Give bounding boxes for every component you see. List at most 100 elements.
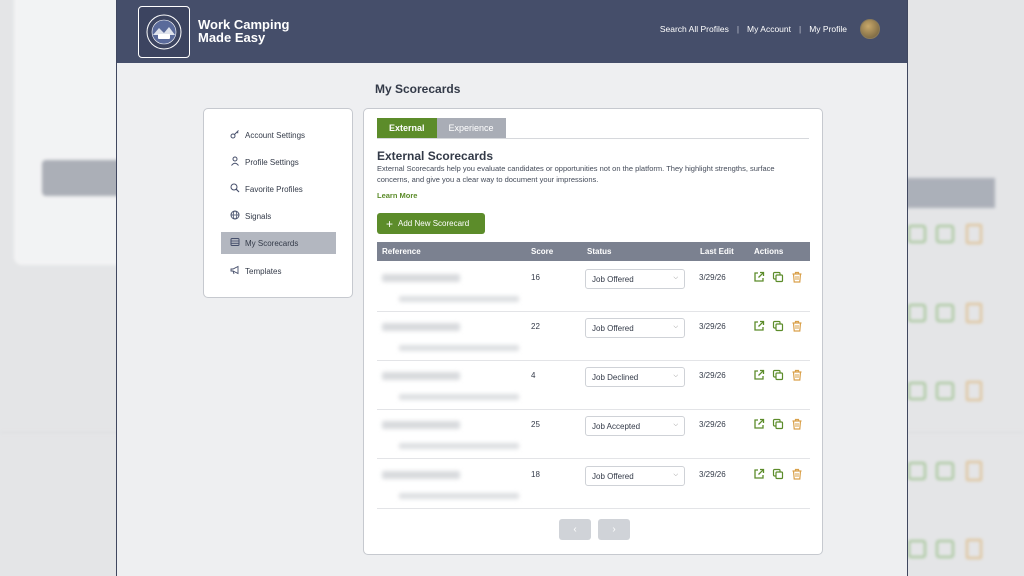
row-actions <box>753 418 803 430</box>
brand-logo[interactable] <box>138 6 190 58</box>
person-icon <box>229 156 241 168</box>
logo-emblem-icon <box>146 14 182 50</box>
reference-details-redacted <box>399 345 519 351</box>
bg-icon <box>908 225 926 243</box>
brand-line-2: Made Easy <box>198 30 266 45</box>
table-row: 22 Job Offered ⌵ 3/29/26 <box>377 312 810 361</box>
col-last-edit: Last Edit <box>700 247 734 256</box>
chevron-down-icon: ⌵ <box>673 373 678 379</box>
open-external-icon[interactable] <box>753 418 765 430</box>
avatar[interactable] <box>860 19 880 39</box>
status-value: Job Offered <box>592 472 634 481</box>
bg-icon <box>908 382 926 400</box>
sidebar-item-signals[interactable]: Signals <box>221 205 336 227</box>
sidebar-item-label: Templates <box>245 266 282 276</box>
nav-my-profile[interactable]: My Profile <box>809 24 847 34</box>
open-external-icon[interactable] <box>753 320 765 332</box>
bg-icon <box>966 381 982 401</box>
trash-icon[interactable] <box>791 369 803 381</box>
trash-icon[interactable] <box>791 468 803 480</box>
bg-header <box>905 178 995 208</box>
reference-details-redacted <box>399 443 519 449</box>
trash-icon[interactable] <box>791 320 803 332</box>
row-actions <box>753 271 803 283</box>
section-title: External Scorecards <box>377 149 494 163</box>
reference-details-redacted <box>399 296 519 302</box>
table-header: Reference Score Status Last Edit Actions <box>377 242 810 261</box>
scorecards-panel: External Experience External Scorecards … <box>363 108 823 555</box>
table-row: 25 Job Accepted ⌵ 3/29/26 <box>377 410 810 459</box>
sidebar-item-label: Account Settings <box>245 130 306 140</box>
top-bar: Work Camping Made Easy Search All Profil… <box>117 0 907 63</box>
sidebar-item-label: Signals <box>245 211 272 221</box>
copy-icon[interactable] <box>772 369 784 381</box>
copy-icon[interactable] <box>772 468 784 480</box>
megaphone-icon <box>229 265 241 277</box>
tab-underline <box>377 138 809 139</box>
last-edit-cell: 3/29/26 <box>699 273 726 282</box>
copy-icon[interactable] <box>772 320 784 332</box>
table-row: 4 Job Declined ⌵ 3/29/26 <box>377 361 810 410</box>
reference-redacted <box>382 421 460 429</box>
bg-icon <box>966 539 982 559</box>
tab-external[interactable]: External <box>377 118 437 138</box>
card-icon <box>229 237 241 249</box>
bg-icon <box>936 540 954 558</box>
status-select[interactable]: Job Offered ⌵ <box>585 318 685 338</box>
status-select[interactable]: Job Declined ⌵ <box>585 367 685 387</box>
brand-name: Work Camping Made Easy <box>198 18 290 44</box>
table-row: 16 Job Offered ⌵ 3/29/26 <box>377 263 810 312</box>
col-actions: Actions <box>754 247 784 256</box>
add-new-scorecard-button[interactable]: + Add New Scorecard <box>377 213 485 234</box>
key-icon <box>229 129 241 141</box>
row-actions <box>753 320 803 332</box>
top-nav: Search All Profiles | My Account | My Pr… <box>660 19 880 39</box>
nav-my-account[interactable]: My Account <box>747 24 791 34</box>
open-external-icon[interactable] <box>753 468 765 480</box>
reference-details-redacted <box>399 394 519 400</box>
sidebar-item-account-settings[interactable]: Account Settings <box>221 124 336 146</box>
sidebar-item-favorite-profiles[interactable]: Favorite Profiles <box>221 178 336 200</box>
col-reference: Reference <box>382 247 421 256</box>
sidebar: Account Settings Profile Settings Favori… <box>203 108 353 298</box>
copy-icon[interactable] <box>772 418 784 430</box>
sidebar-item-profile-settings[interactable]: Profile Settings <box>221 151 336 173</box>
row-actions <box>753 468 803 480</box>
trash-icon[interactable] <box>791 271 803 283</box>
status-value: Job Declined <box>592 373 639 382</box>
app-window: Work Camping Made Easy Search All Profil… <box>116 0 908 576</box>
open-external-icon[interactable] <box>753 271 765 283</box>
prev-page-button[interactable]: ‹ <box>559 519 591 540</box>
sidebar-item-my-scorecards[interactable]: My Scorecards <box>221 232 336 254</box>
score-cell: 18 <box>531 470 540 479</box>
trash-icon[interactable] <box>791 418 803 430</box>
col-score: Score <box>531 247 554 256</box>
status-select[interactable]: Job Accepted ⌵ <box>585 416 685 436</box>
bg-icon <box>966 461 982 481</box>
status-value: Job Offered <box>592 275 634 284</box>
sidebar-item-templates[interactable]: Templates <box>221 260 336 282</box>
score-cell: 22 <box>531 322 540 331</box>
next-page-button[interactable]: › <box>598 519 630 540</box>
tab-experience[interactable]: Experience <box>436 118 506 138</box>
score-cell: 4 <box>531 371 536 380</box>
learn-more-link[interactable]: Learn More <box>377 191 417 200</box>
copy-icon[interactable] <box>772 271 784 283</box>
section-description: External Scorecards help you evaluate ca… <box>377 164 775 184</box>
sidebar-item-label: Profile Settings <box>245 157 299 167</box>
reference-details-redacted <box>399 493 519 499</box>
tab-bar: External Experience <box>377 118 506 138</box>
last-edit-cell: 3/29/26 <box>699 420 726 429</box>
add-button-label: Add New Scorecard <box>398 219 470 228</box>
sidebar-item-label: Favorite Profiles <box>245 184 303 194</box>
score-cell: 16 <box>531 273 540 282</box>
nav-search-all-profiles[interactable]: Search All Profiles <box>660 24 729 34</box>
nav-separator: | <box>798 24 802 34</box>
bg-icon <box>936 462 954 480</box>
bg-icon <box>908 540 926 558</box>
table-row: 18 Job Offered ⌵ 3/29/26 <box>377 460 810 509</box>
open-external-icon[interactable] <box>753 369 765 381</box>
status-select[interactable]: Job Offered ⌵ <box>585 269 685 289</box>
status-select[interactable]: Job Offered ⌵ <box>585 466 685 486</box>
globe-icon <box>229 210 241 222</box>
